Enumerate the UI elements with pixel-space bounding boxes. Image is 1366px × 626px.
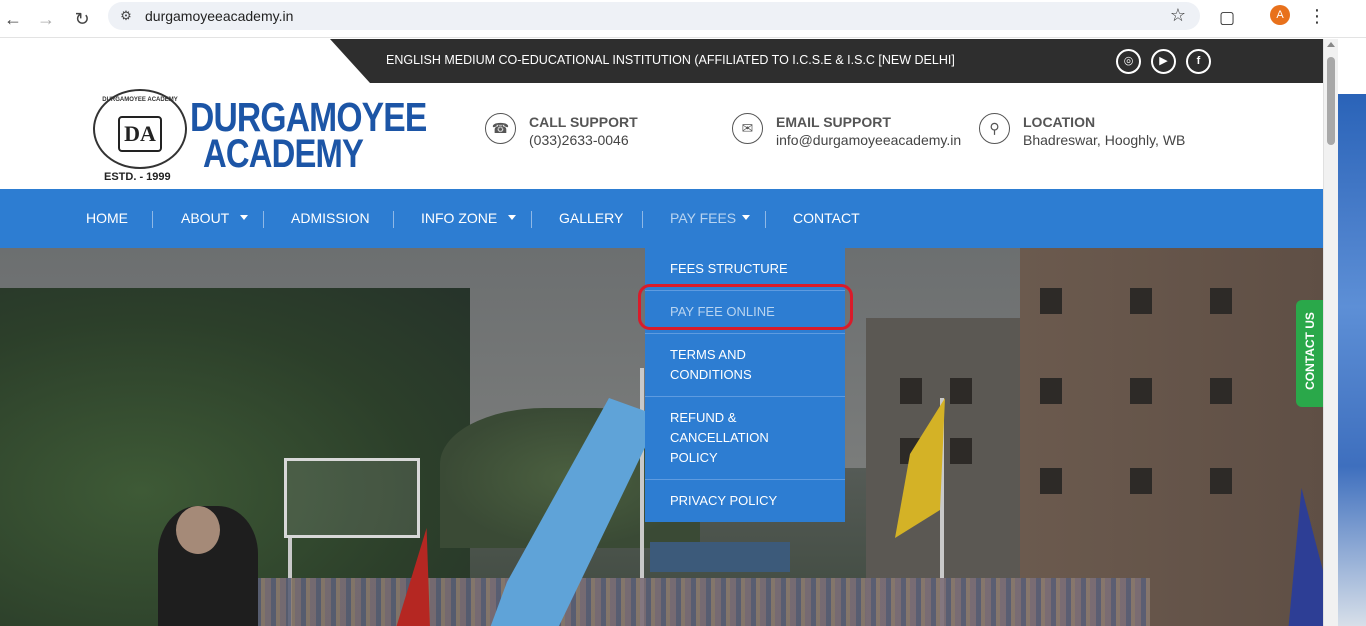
page-viewport: ENGLISH MEDIUM CO-EDUCATIONAL INSTITUTIO…	[0, 39, 1323, 626]
youtube-icon[interactable]: ▶	[1151, 49, 1176, 74]
background-window-strip	[1338, 94, 1366, 626]
email-support-title: EMAIL SUPPORT	[776, 114, 891, 130]
nav-admission[interactable]: ADMISSION	[291, 189, 370, 248]
location-title: LOCATION	[1023, 114, 1096, 130]
hero-window	[1040, 288, 1062, 314]
bookmark-star-icon[interactable]: ☆	[1170, 5, 1186, 26]
reload-icon[interactable]: ↻	[69, 6, 95, 32]
chevron-down-icon[interactable]	[508, 215, 516, 220]
nav-divider	[531, 211, 532, 228]
nav-divider	[263, 211, 264, 228]
call-support-number[interactable]: (033)2633-0046	[529, 132, 629, 148]
nav-divider	[642, 211, 643, 228]
dropdown-refund-cancellation-policy[interactable]: REFUND & CANCELLATION POLICY	[645, 397, 845, 480]
extensions-icon[interactable]: ▢	[1214, 5, 1240, 31]
dropdown-pay-fee-online[interactable]: PAY FEE ONLINE	[645, 291, 845, 334]
location-address: Bhadreswar, Hooghly, WB	[1023, 132, 1186, 148]
contact-us-label: CONTACT US	[1303, 312, 1317, 390]
hero-building	[1020, 248, 1323, 626]
brand-name-line2[interactable]: ACADEMY	[203, 132, 364, 176]
main-navigation: HOME ABOUT ADMISSION INFO ZONE GALLERY P…	[0, 189, 1323, 248]
nav-contact[interactable]: CONTACT	[793, 189, 860, 248]
hero-window	[1210, 378, 1232, 404]
hero-person-head	[176, 506, 220, 554]
chevron-down-icon[interactable]	[742, 215, 750, 220]
back-arrow-icon[interactable]: ←	[0, 6, 26, 32]
hero-window	[1130, 378, 1152, 404]
dropdown-fees-structure[interactable]: FEES STRUCTURE	[645, 248, 845, 291]
nav-about[interactable]: ABOUT	[181, 189, 229, 248]
phone-icon: ☎	[485, 113, 516, 144]
nav-divider	[152, 211, 153, 228]
hero-window	[1040, 468, 1062, 494]
logo-monogram: DA	[118, 116, 162, 152]
instagram-icon[interactable]: ◎	[1116, 49, 1141, 74]
menu-kebab-icon[interactable]: ⋮	[1307, 5, 1327, 27]
logo-ring-text: DURGAMOYEE ACADEMY	[102, 97, 178, 103]
envelope-icon: ✉	[732, 113, 763, 144]
hero-window	[1130, 468, 1152, 494]
nav-pay-fees[interactable]: PAY FEES	[670, 189, 736, 248]
hero-window	[950, 438, 972, 464]
nav-info-zone[interactable]: INFO ZONE	[421, 189, 497, 248]
hero-window	[950, 378, 972, 404]
site-info-icon[interactable]: ⚙	[118, 8, 134, 24]
topbar-wedge	[0, 39, 370, 83]
page-scrollbar[interactable]	[1323, 39, 1338, 626]
dropdown-privacy-policy[interactable]: PRIVACY POLICY	[645, 480, 845, 522]
chevron-down-icon[interactable]	[240, 215, 248, 220]
map-pin-icon: ⚲	[979, 113, 1010, 144]
hero-crowd	[250, 578, 1150, 626]
hero-window	[1130, 288, 1152, 314]
browser-toolbar: ← → ↻ ⚙ durgamoyeeacademy.in ☆ ▢ A ⋮	[0, 0, 1366, 38]
pay-fees-dropdown: FEES STRUCTURE PAY FEE ONLINE TERMS AND …	[645, 248, 845, 522]
scroll-up-arrow-icon[interactable]	[1327, 42, 1335, 47]
nav-divider	[393, 211, 394, 228]
address-bar[interactable]: ⚙ durgamoyeeacademy.in ☆	[108, 2, 1200, 30]
hero-basketball-hoop	[284, 458, 420, 538]
hero-window	[1210, 288, 1232, 314]
url-text[interactable]: durgamoyeeacademy.in	[145, 8, 293, 24]
nav-home[interactable]: HOME	[86, 189, 128, 248]
hero-window	[1210, 468, 1232, 494]
contact-us-tab[interactable]: CONTACT US	[1296, 300, 1323, 407]
top-info-bar: ENGLISH MEDIUM CO-EDUCATIONAL INSTITUTIO…	[0, 39, 1323, 83]
call-support-title: CALL SUPPORT	[529, 114, 638, 130]
facebook-icon[interactable]: f	[1186, 49, 1211, 74]
email-support-address[interactable]: info@durgamoyeeacademy.in	[776, 132, 961, 148]
hero-window	[900, 378, 922, 404]
hero-stage	[650, 542, 790, 572]
scrollbar-thumb[interactable]	[1327, 57, 1335, 145]
nav-gallery[interactable]: GALLERY	[559, 189, 623, 248]
school-logo[interactable]: DURGAMOYEE ACADEMY DA	[93, 89, 187, 169]
nav-divider	[765, 211, 766, 228]
established-year: ESTD. - 1999	[104, 171, 171, 183]
profile-avatar[interactable]: A	[1270, 5, 1290, 25]
topbar-tagline: ENGLISH MEDIUM CO-EDUCATIONAL INSTITUTIO…	[386, 53, 955, 67]
dropdown-terms-and-conditions[interactable]: TERMS AND CONDITIONS	[645, 334, 845, 397]
forward-arrow-icon[interactable]: →	[33, 6, 59, 32]
hero-window	[1040, 378, 1062, 404]
